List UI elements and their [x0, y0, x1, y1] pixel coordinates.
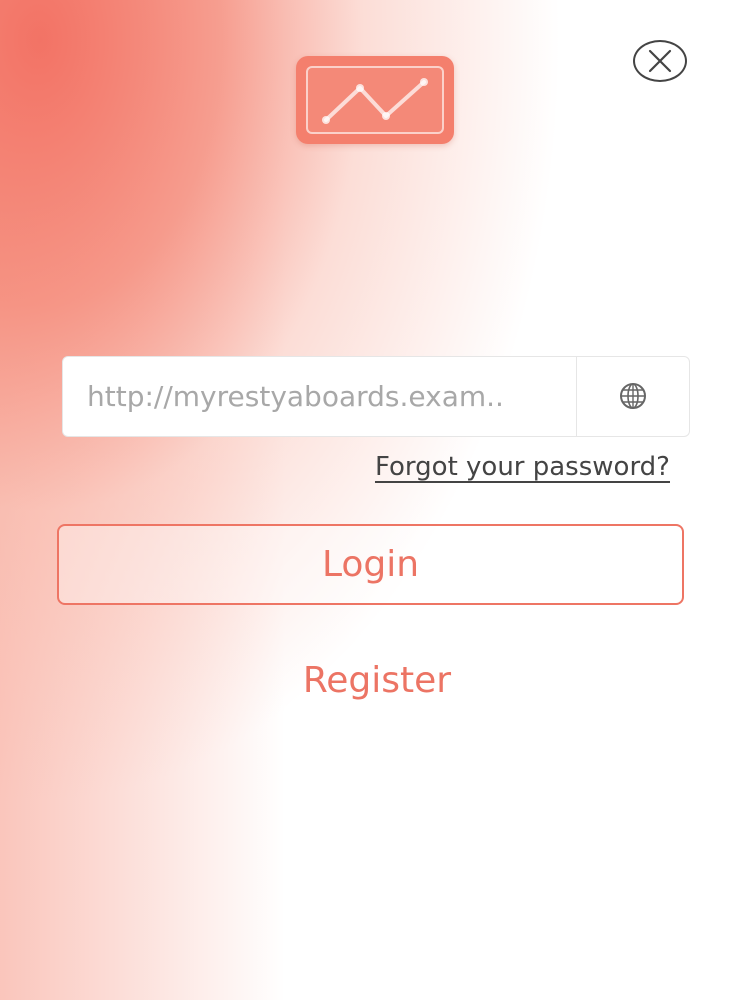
login-button[interactable]: Login [57, 524, 684, 605]
register-link[interactable]: Register [57, 660, 697, 701]
server-url-field [62, 356, 690, 437]
globe-icon [620, 383, 646, 409]
line-chart-icon [322, 78, 428, 124]
app-logo [296, 56, 454, 144]
server-url-input[interactable] [63, 357, 576, 436]
login-screen: Forgot your password? Login Register [0, 0, 750, 1000]
server-select-button[interactable] [577, 357, 689, 436]
forgot-password-link[interactable]: Forgot your password? [330, 452, 670, 482]
close-button[interactable] [633, 40, 687, 82]
close-icon [648, 49, 672, 73]
